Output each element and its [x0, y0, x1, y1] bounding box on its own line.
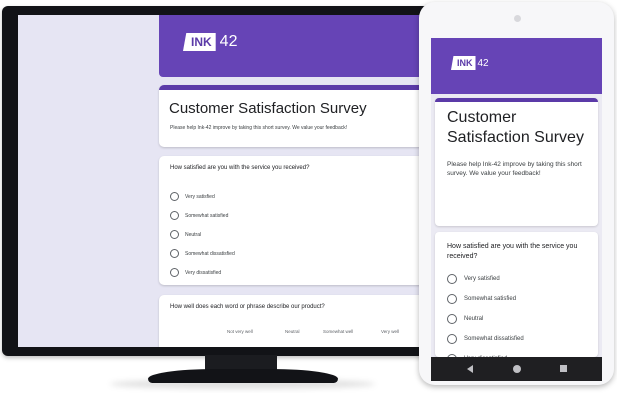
radio-button[interactable]	[447, 294, 457, 304]
logo-text: INK	[183, 33, 216, 51]
radio-button[interactable]	[170, 230, 179, 239]
radio-button[interactable]	[447, 334, 457, 344]
phone-screen: INK 42 Customer Satisfaction Survey Plea…	[431, 38, 602, 357]
desktop-monitor: INK 42 Customer Satisfaction Survey Plea…	[2, 6, 490, 356]
radio-button[interactable]	[170, 211, 179, 220]
monitor-screen: INK 42 Customer Satisfaction Survey Plea…	[18, 15, 474, 347]
option-label: Very dissatisfied	[185, 269, 222, 276]
title-card: Customer Satisfaction Survey Please help…	[435, 98, 598, 226]
question-card-satisfaction: How satisfied are you with the service y…	[159, 156, 441, 285]
question-card-satisfaction: How satisfied are you with the service y…	[435, 232, 598, 357]
option-label: Neutral	[185, 231, 202, 238]
header-banner: INK 42	[431, 38, 602, 94]
radio-option-very-dissatisfied[interactable]: Very dissatisfied	[170, 268, 221, 277]
question-text: How satisfied are you with the service y…	[447, 243, 578, 260]
header-banner: INK 42	[159, 15, 441, 77]
radio-option-neutral[interactable]: Neutral	[447, 314, 483, 324]
recent-apps-icon[interactable]	[560, 365, 567, 372]
option-label: Very satisfied	[185, 193, 215, 200]
option-label: Somewhat satisfied	[464, 296, 517, 302]
scale-label: Very well	[381, 329, 400, 334]
scale-label: Somewhat well	[323, 329, 354, 334]
survey-description: Please help Ink-42 improve by taking thi…	[170, 125, 348, 131]
ink42-logo: INK 42	[183, 33, 237, 51]
logo-text: INK	[451, 56, 476, 70]
radio-button[interactable]	[447, 274, 457, 284]
option-label: Somewhat satisfied	[185, 212, 229, 219]
option-label: Very satisfied	[464, 276, 500, 282]
survey-title: Customer Satisfaction Survey	[169, 100, 367, 117]
radio-option-somewhat-satisfied[interactable]: Somewhat satisfied	[447, 294, 516, 304]
radio-option-somewhat-dissatisfied[interactable]: Somewhat dissatisfied	[170, 249, 235, 258]
monitor-stand-base	[148, 369, 338, 383]
home-icon[interactable]	[513, 365, 521, 373]
option-label: Somewhat dissatisfied	[185, 250, 235, 257]
question-card-product: How well does each word or phrase descri…	[159, 295, 441, 347]
camera-icon	[514, 15, 521, 22]
survey-form: INK 42 Customer Satisfaction Survey Plea…	[159, 15, 441, 347]
radio-option-somewhat-dissatisfied[interactable]: Somewhat dissatisfied	[447, 334, 524, 344]
back-icon[interactable]	[467, 365, 473, 373]
logo-number: 42	[477, 57, 489, 69]
radio-option-very-satisfied[interactable]: Very satisfied	[170, 192, 215, 201]
radio-button[interactable]	[447, 314, 457, 324]
scale-label: Neutral	[285, 329, 300, 334]
option-label: Neutral	[464, 316, 484, 322]
radio-button[interactable]	[170, 192, 179, 201]
question-text: How well does each word or phrase descri…	[170, 304, 325, 310]
radio-option-very-satisfied[interactable]: Very satisfied	[447, 274, 500, 284]
survey-title: Customer Satisfaction Survey	[447, 109, 584, 146]
question-text: How satisfied are you with the service y…	[170, 165, 310, 171]
radio-button[interactable]	[170, 268, 179, 277]
mobile-phone: INK 42 Customer Satisfaction Survey Plea…	[419, 2, 614, 385]
radio-option-somewhat-satisfied[interactable]: Somewhat satisfied	[170, 211, 228, 220]
radio-option-neutral[interactable]: Neutral	[170, 230, 201, 239]
radio-button[interactable]	[170, 249, 179, 258]
android-nav-bar	[431, 357, 602, 381]
option-label: Somewhat dissatisfied	[464, 336, 524, 342]
logo-number: 42	[219, 33, 238, 50]
scale-label: Not very well	[227, 329, 253, 334]
survey-description: Please help Ink-42 improve by taking thi…	[447, 161, 582, 177]
title-card: Customer Satisfaction Survey Please help…	[159, 85, 441, 147]
ink42-logo: INK 42	[451, 56, 489, 70]
